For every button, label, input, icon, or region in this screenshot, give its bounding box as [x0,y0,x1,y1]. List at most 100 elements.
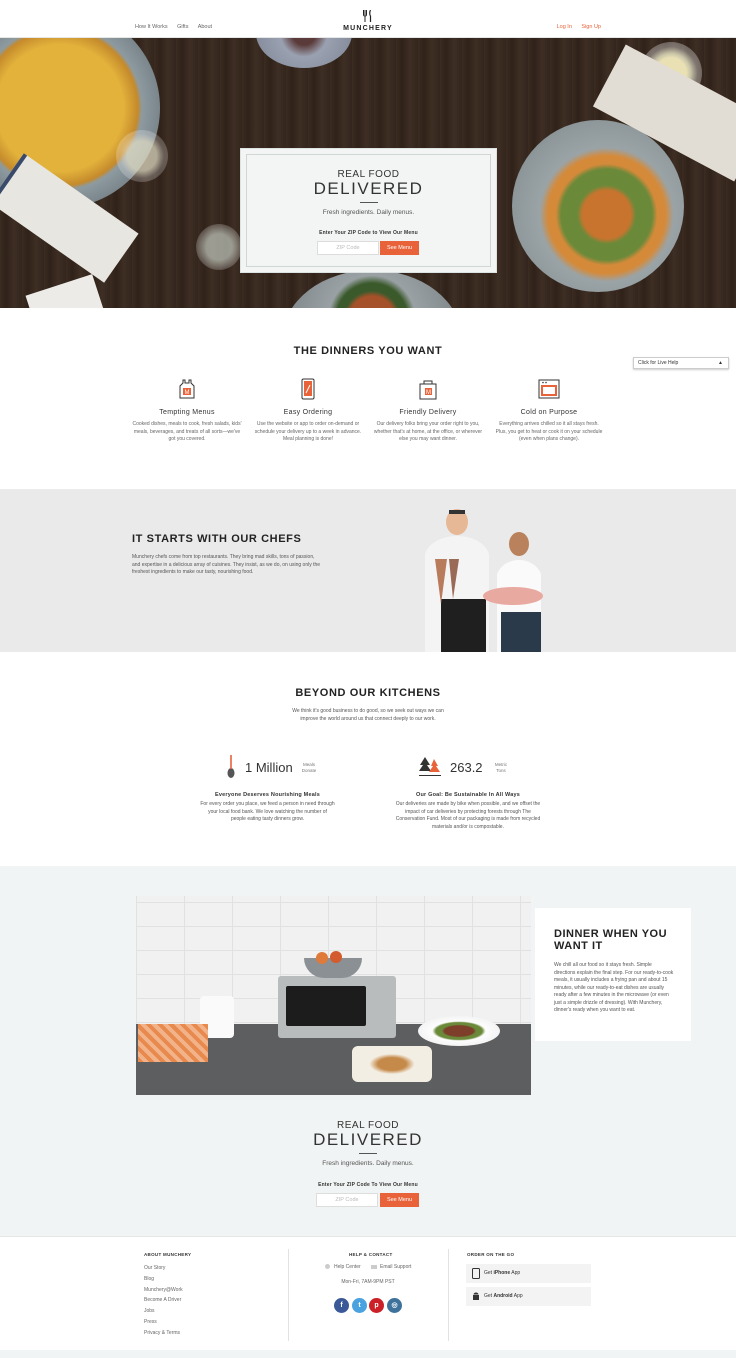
cta-zip-input[interactable]: ZIP Code [316,1193,378,1207]
signup-link[interactable]: Sign Up [581,24,601,30]
footer-help-heading: HELP & CONTACT [349,1252,393,1257]
chefs-photo [425,509,543,652]
help-center-link[interactable]: Help Center [325,1264,361,1270]
munchery-logo[interactable]: MUNCHERY [343,9,393,32]
plated-dish-image [418,1016,500,1046]
nav-link-gifts[interactable]: Gifts [177,24,188,30]
feature-title: Easy Ordering [283,409,333,416]
hero-subtitle: Fresh ingredients. Daily menus. [322,209,415,216]
stat-meals-heading: Everyone Deserves Nourishing Meals [215,792,320,798]
dinner-card: DINNER WHEN YOU WANT IT We chill all our… [535,908,691,1041]
stat-unit-line2: Tons [496,767,506,773]
feature-desc: Cooked dishes, meals to cook, fresh sala… [132,421,242,442]
footer-link-jobs[interactable]: Jobs [144,1308,155,1314]
footer-link-become-driver[interactable]: Become A Driver [144,1297,181,1303]
delivery-bag-icon: M [417,378,439,400]
footer: ABOUT MUNCHERY Our Story Blog Munchery@W… [0,1236,736,1350]
cta-zip-label: Enter Your ZIP Code To View Our Menu [318,1182,418,1188]
stat-unit-line2: Donate [301,767,317,773]
chicken-plate-image [512,120,684,292]
hero-see-menu-button[interactable]: See Menu [380,241,419,255]
email-support-link[interactable]: Email Support [371,1264,411,1270]
chef-apron-icon: M [176,378,198,400]
hero-title-rule [360,202,378,203]
live-help-label: Click for Live Help [638,360,679,366]
iphone-suffix: App [511,1270,521,1276]
dinner-card-title: DINNER WHEN YOU WANT IT [554,928,668,952]
top-nav: How It Works Gifts About MUNCHERY Log In… [0,0,736,38]
hero-zip-card: REAL FOOD DELIVERED Fresh ingredients. D… [240,148,497,273]
facebook-icon[interactable]: f [334,1298,349,1313]
footer-link-munchery-work[interactable]: Munchery@Work [144,1287,183,1293]
footer-link-privacy-terms[interactable]: Privacy & Terms [144,1330,180,1336]
cta-see-menu-button[interactable]: See Menu [380,1193,419,1207]
dinner-section: DINNER WHEN YOU WANT IT We chill all our… [0,866,736,1236]
iphone-icon [472,1268,480,1279]
footer-about-heading: ABOUT MUNCHERY [144,1252,192,1257]
feature-desc: Everything arrives chilled so it all sta… [495,421,603,442]
glass-bottom-image [196,224,242,270]
fork-knife-logo-icon [343,9,393,25]
stat-tons-unit: Metric Tons [490,762,512,773]
svg-text:M: M [426,390,431,396]
hero-title-line2: DELIVERED [313,179,424,198]
glass-left-image [116,130,168,182]
chefs-title: IT STARTS WITH OUR CHEFS [132,533,302,545]
chevron-up-icon: ▲ [718,360,723,366]
kitchen-photo [136,896,531,1095]
hero-section: REAL FOOD DELIVERED Fresh ingredients. D… [0,38,736,308]
chefs-desc: Munchery chefs come from top restaurants… [132,554,321,575]
footer-link-press[interactable]: Press [144,1319,157,1325]
android-icon [472,1291,480,1302]
nav-link-about[interactable]: About [198,24,212,30]
iphone-app-button[interactable]: Get iPhone App [466,1264,591,1283]
hero-zip-input[interactable]: ZIP Code [317,241,379,255]
svg-text:M: M [185,390,190,396]
phone-order-icon [297,378,319,400]
toaster-oven-image [278,976,396,1038]
footer-hours: Mon-Fri, 7AM-9PM PST [341,1279,395,1285]
auth-links: Log In Sign Up [557,24,601,30]
oven-icon [538,378,560,400]
cta-subtitle: Fresh ingredients. Daily menus. [322,1160,414,1167]
help-center-label: Help Center [334,1264,361,1270]
footer-divider [448,1249,449,1341]
feature-title: Friendly Delivery [399,409,457,416]
logo-wordmark: MUNCHERY [343,25,393,32]
trees-icon [419,755,441,782]
android-app-button[interactable]: Get Android App [466,1287,591,1306]
feature-easy-ordering: Easy Ordering Use the website or app to … [253,378,363,444]
android-bold: Android [493,1293,513,1299]
nav-link-how-it-works[interactable]: How It Works [135,24,168,30]
cloth-image [138,1024,208,1062]
login-link[interactable]: Log In [557,24,572,30]
instagram-icon[interactable]: ◎ [387,1298,402,1313]
dinner-card-desc: We chill all our food so it stays fresh.… [554,962,674,1013]
help-circle-icon [325,1264,330,1270]
android-prefix: Get [484,1293,493,1299]
dinners-section-title: THE DINNERS YOU WANT [293,345,443,357]
beyond-section-title: BEYOND OUR KITCHENS [295,687,441,699]
feature-cold-on-purpose: Cold on Purpose Everything arrives chill… [494,378,604,444]
stat-tons-desc: Our deliveries are made by bike when pos… [395,801,541,830]
feature-friendly-delivery: M Friendly Delivery Our delivery folks b… [373,378,483,444]
envelope-icon [371,1264,377,1269]
live-help-widget[interactable]: Click for Live Help ▲ [633,357,729,369]
feature-desc: Use the website or app to order on-deman… [254,421,362,442]
footer-divider [288,1249,289,1341]
beyond-desc: We think it's good business to do good, … [292,708,444,722]
hero-zip-label: Enter Your ZIP Code to View Our Menu [319,230,418,236]
feature-tempting-menus: M Tempting Menus Cooked dishes, meals to… [132,378,242,444]
nav-links: How It Works Gifts About [135,24,220,30]
footer-order-heading: ORDER ON THE GO [467,1252,515,1257]
stat-meals-value: 1 Million [245,760,293,775]
spoon-icon [226,755,236,784]
iphone-prefix: Get [484,1270,493,1276]
twitter-icon[interactable]: t [352,1298,367,1313]
feature-title: Tempting Menus [159,409,215,416]
cta-title-rule [359,1153,377,1154]
takeout-tray-image [352,1046,432,1082]
pinterest-icon[interactable]: p [369,1298,384,1313]
stat-tons-value: 263.2 [450,760,483,775]
footer-link-our-story[interactable]: Our Story [144,1265,165,1271]
